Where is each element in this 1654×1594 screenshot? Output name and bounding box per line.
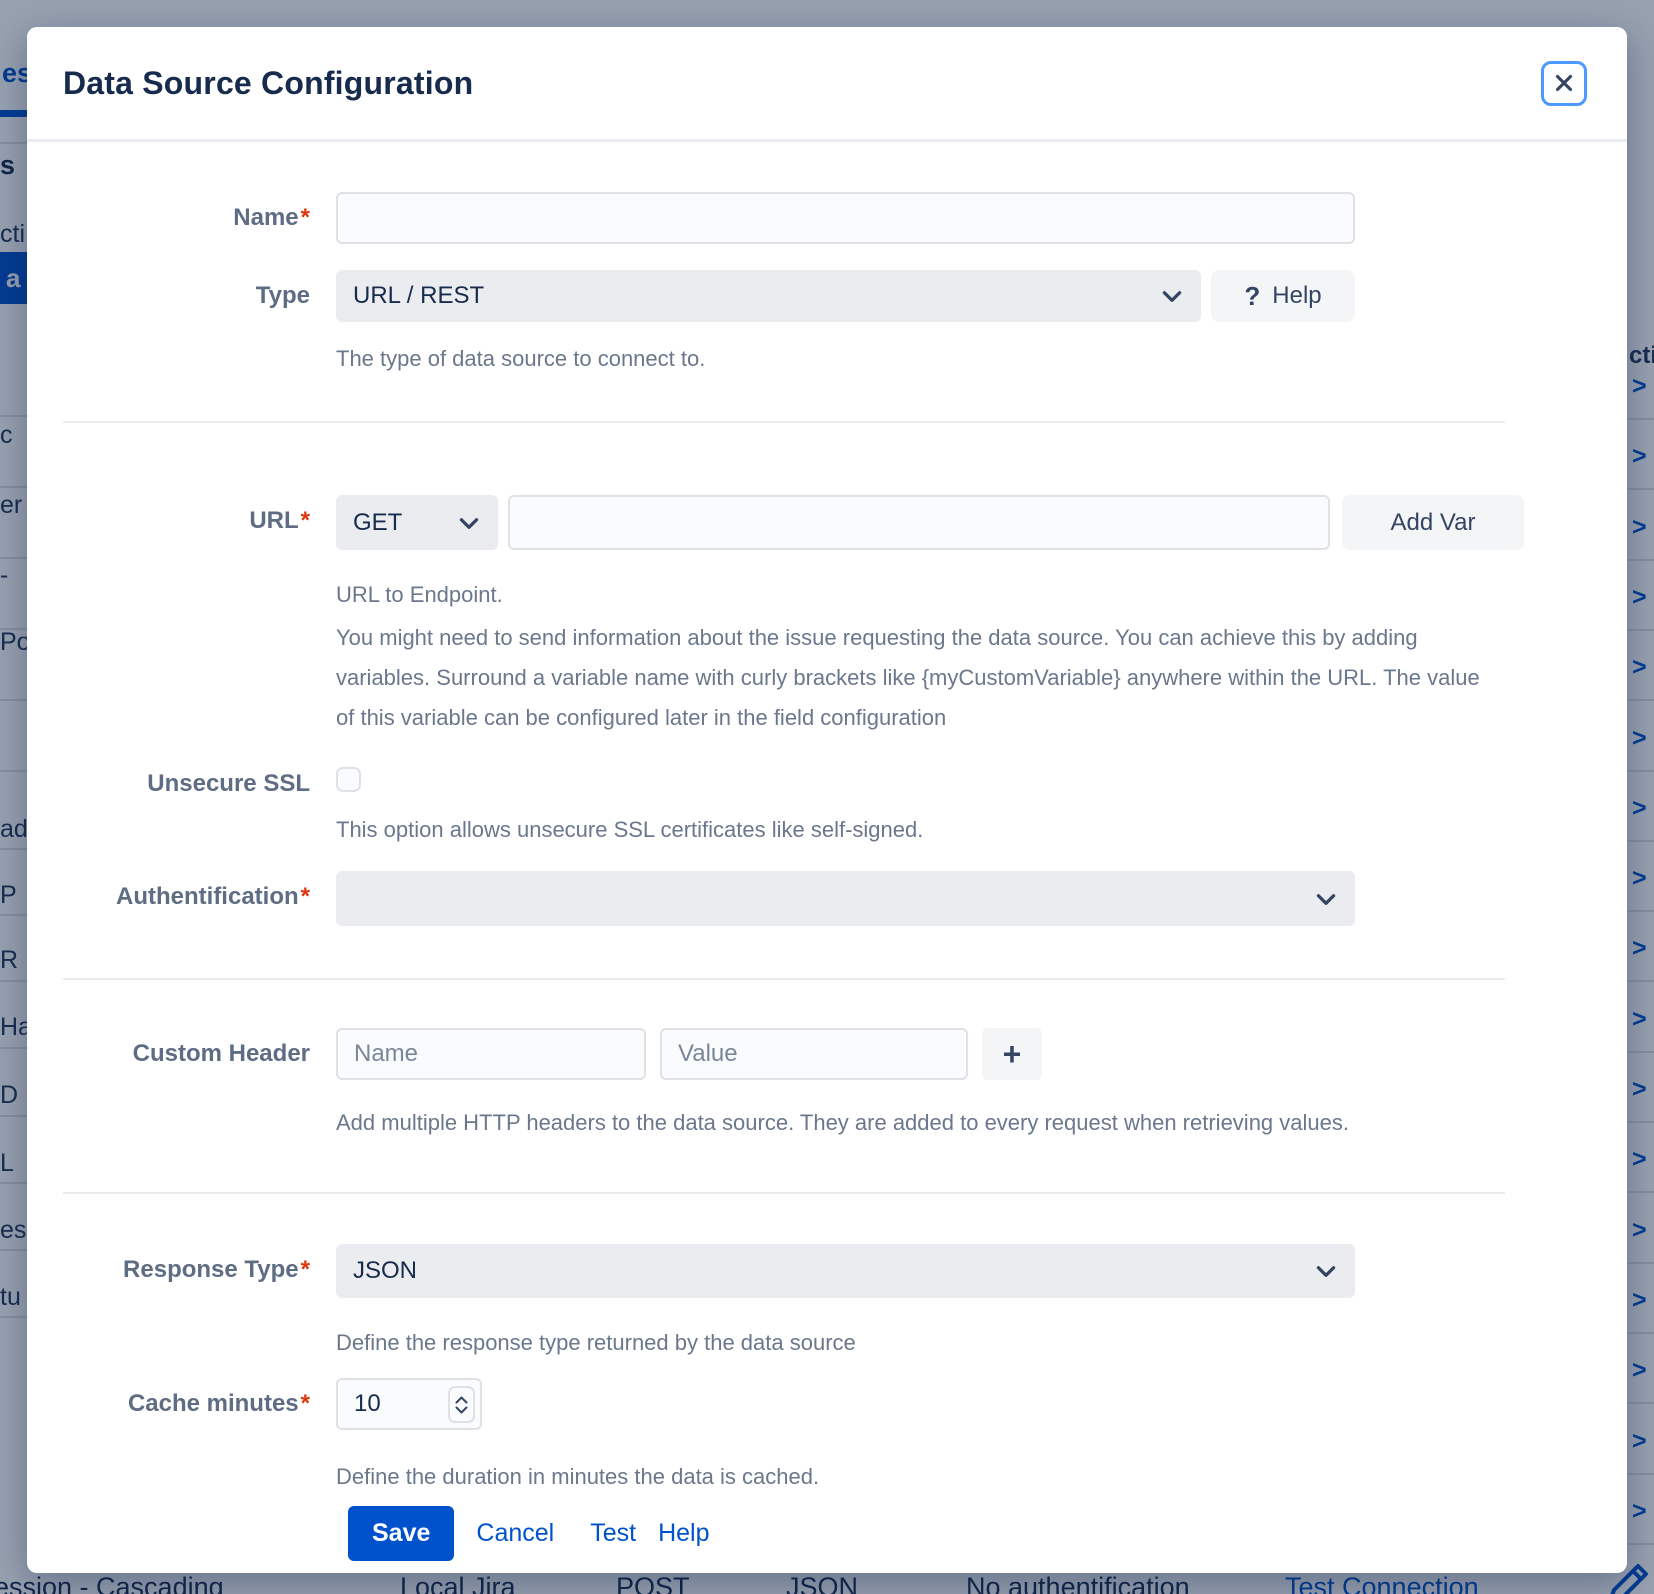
question-mark-icon: ? xyxy=(1244,281,1260,312)
modal-header: Data Source Configuration xyxy=(27,27,1627,142)
add-header-button[interactable]: + xyxy=(982,1028,1042,1080)
type-select[interactable]: URL / REST xyxy=(336,270,1201,322)
response-type-label: Response Type* xyxy=(63,1244,310,1285)
close-button[interactable] xyxy=(1541,61,1587,106)
cancel-button-label: Cancel xyxy=(476,1519,554,1547)
section-divider xyxy=(63,421,1505,423)
custom-header-label: Custom Header xyxy=(63,1028,310,1069)
url-helper-line1: URL to Endpoint. xyxy=(336,580,1551,610)
url-helper-line2: You might need to send information about… xyxy=(336,618,1501,738)
http-method-value: GET xyxy=(353,509,402,537)
spinner-up-icon xyxy=(455,1396,468,1404)
modal-title: Data Source Configuration xyxy=(63,65,473,102)
type-select-value: URL / REST xyxy=(353,282,484,310)
type-label: Type xyxy=(63,270,310,311)
help-button-label: Help xyxy=(1272,282,1321,310)
save-button-label: Save xyxy=(372,1519,430,1547)
cache-minutes-label: Cache minutes* xyxy=(63,1378,310,1419)
url-input[interactable] xyxy=(508,495,1330,550)
unsecure-ssl-helper-text: This option allows unsecure SSL certific… xyxy=(336,815,1355,845)
http-method-select[interactable]: GET xyxy=(336,495,498,550)
add-var-button-label: Add Var xyxy=(1391,509,1476,537)
required-asterisk: * xyxy=(301,1390,310,1417)
chevron-down-icon xyxy=(1313,1258,1339,1284)
help-link-label: Help xyxy=(658,1519,709,1547)
plus-icon: + xyxy=(1003,1036,1022,1073)
authentification-row: Authentification* xyxy=(27,871,1627,926)
required-asterisk: * xyxy=(301,204,310,231)
custom-header-name-input[interactable] xyxy=(336,1028,646,1080)
screen: es s cti a cer-PoadPRHaDLestu ctio >>>>>… xyxy=(0,0,1654,1594)
url-field-row: URL* GET Add Var xyxy=(27,495,1627,738)
cache-minutes-row: Cache minutes* De xyxy=(27,1378,1627,1492)
type-helper-text: The type of data source to connect to. xyxy=(336,344,1355,374)
spinner-down-icon xyxy=(455,1406,468,1414)
cancel-button[interactable]: Cancel xyxy=(476,1506,554,1561)
help-link-button[interactable]: Help xyxy=(658,1506,709,1561)
test-button[interactable]: Test xyxy=(590,1506,636,1561)
chevron-down-icon xyxy=(1159,283,1185,309)
response-type-select[interactable]: JSON xyxy=(336,1244,1355,1298)
response-type-value: JSON xyxy=(353,1257,417,1285)
data-source-configuration-modal: Data Source Configuration Name* T xyxy=(27,27,1627,1573)
cache-minutes-spinner[interactable] xyxy=(448,1386,475,1423)
help-button[interactable]: ? Help xyxy=(1211,270,1355,322)
required-asterisk: * xyxy=(301,507,310,534)
custom-header-value-input[interactable] xyxy=(660,1028,968,1080)
type-field-row: Type URL / REST ? Help xyxy=(27,270,1627,374)
modal-actions-row: Save Cancel Test Help xyxy=(27,1506,1627,1561)
chevron-down-icon xyxy=(456,510,482,536)
unsecure-ssl-label: Unsecure SSL xyxy=(63,767,310,799)
required-asterisk: * xyxy=(301,1256,310,1283)
authentification-select[interactable] xyxy=(336,871,1355,926)
name-label: Name* xyxy=(63,192,310,233)
section-divider xyxy=(63,1192,1505,1194)
url-label: URL* xyxy=(63,495,310,536)
name-input[interactable] xyxy=(336,192,1355,244)
required-asterisk: * xyxy=(301,883,310,910)
save-button[interactable]: Save xyxy=(348,1506,454,1561)
custom-header-row: Custom Header + Add multiple HTTP header… xyxy=(27,1028,1627,1138)
unsecure-ssl-row: Unsecure SSL This option allows unsecure… xyxy=(27,767,1627,845)
authentification-label: Authentification* xyxy=(63,871,310,912)
unsecure-ssl-checkbox[interactable] xyxy=(336,767,361,792)
custom-header-helper-text: Add multiple HTTP headers to the data so… xyxy=(336,1108,1355,1138)
add-var-button[interactable]: Add Var xyxy=(1342,495,1524,550)
response-type-helper-text: Define the response type returned by the… xyxy=(336,1328,1355,1358)
test-button-label: Test xyxy=(590,1519,636,1547)
name-field-row: Name* xyxy=(27,192,1627,244)
response-type-row: Response Type* JSON Define the response … xyxy=(27,1244,1627,1358)
cache-minutes-helper-text: Define the duration in minutes the data … xyxy=(336,1462,1355,1492)
modal-body: Name* Type URL / REST xyxy=(27,142,1627,1573)
section-divider xyxy=(63,978,1505,980)
close-icon xyxy=(1551,70,1577,96)
chevron-down-icon xyxy=(1313,886,1339,912)
